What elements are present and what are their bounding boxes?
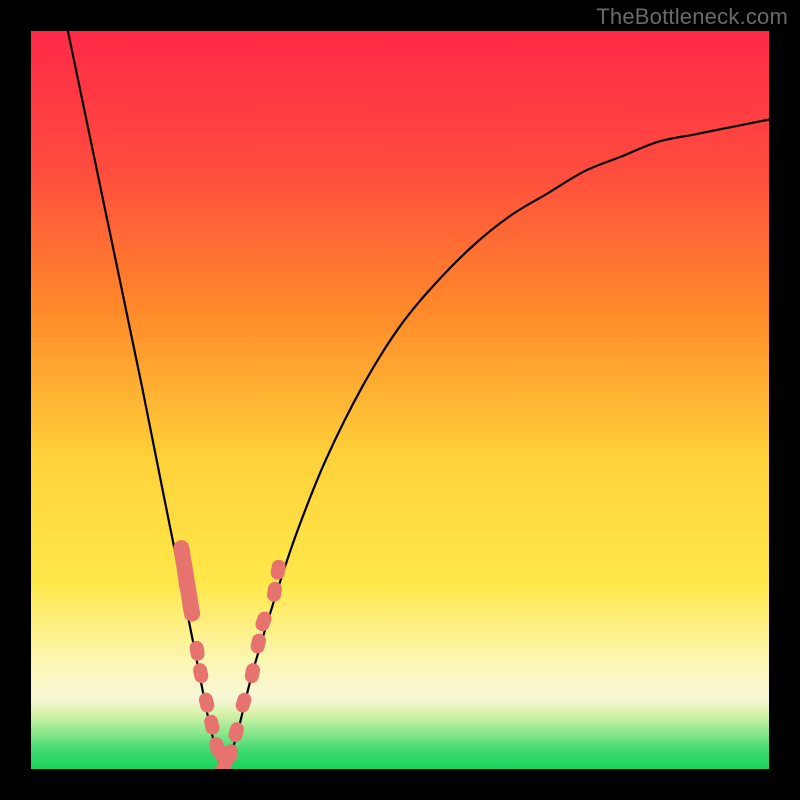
marker-capsule xyxy=(234,691,253,714)
marker-capsule xyxy=(198,691,216,714)
plot-frame xyxy=(31,31,769,769)
marker-capsule xyxy=(227,721,245,744)
marker-capsule xyxy=(192,662,210,684)
marker-capsule xyxy=(189,640,206,662)
marker-capsule xyxy=(203,713,221,736)
curve-line xyxy=(68,31,769,769)
highlight-markers xyxy=(172,539,287,769)
watermark-text: TheBottleneck.com xyxy=(596,4,788,30)
marker-capsule-long xyxy=(172,539,201,623)
marker-capsule-long xyxy=(214,746,238,762)
marker-capsule xyxy=(266,581,283,603)
marker-capsule xyxy=(270,559,287,581)
bottleneck-chart xyxy=(31,31,769,769)
marker-capsule xyxy=(249,632,267,655)
marker-capsule xyxy=(244,662,262,684)
